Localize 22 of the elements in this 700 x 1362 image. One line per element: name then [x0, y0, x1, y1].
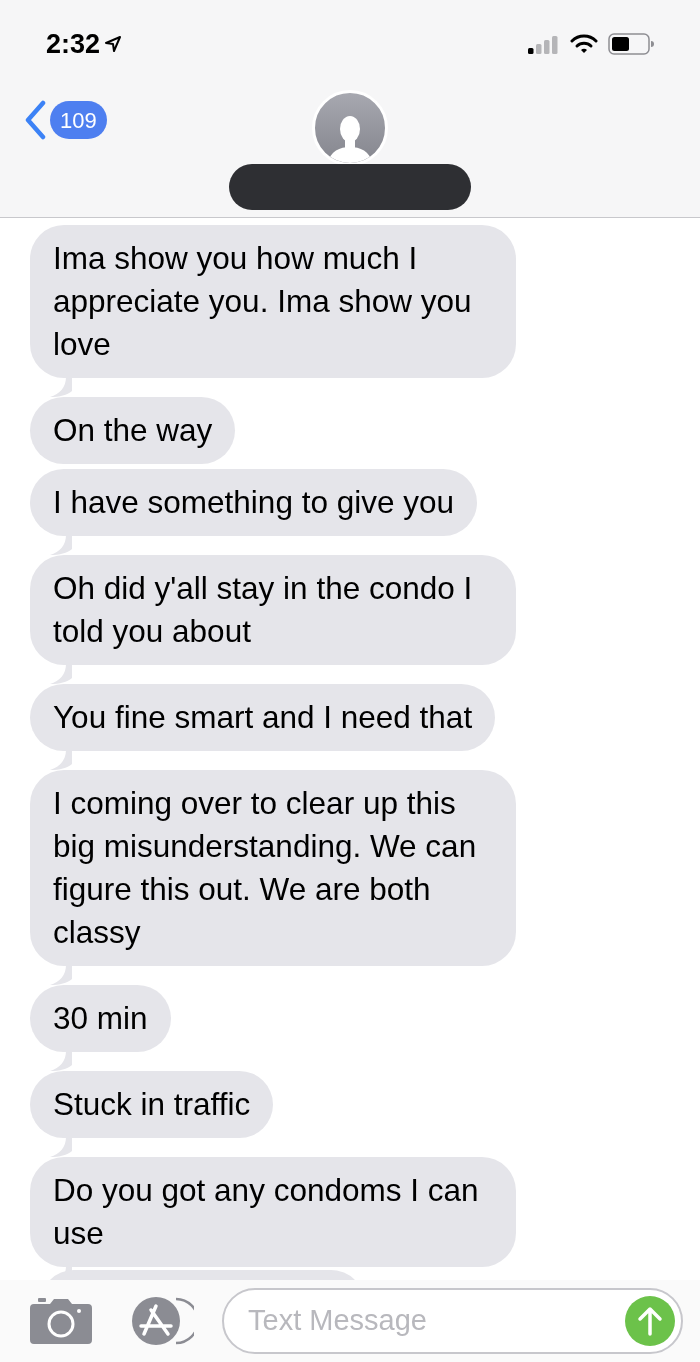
back-button[interactable]: 109	[24, 100, 107, 140]
camera-icon	[30, 1298, 92, 1344]
message-bubble: Do you got any condoms I can use	[30, 1157, 516, 1267]
message-bubble: I coming over to clear up this big misunderstanding. We can figure this out. We are both classy	[30, 770, 516, 966]
message-bubble: 30 min	[30, 985, 171, 1052]
wifi-icon	[570, 34, 598, 54]
status-time: 2:32	[46, 27, 101, 61]
unread-count-badge: 109	[50, 101, 107, 139]
message-bubble: On the way	[30, 397, 236, 464]
message-bubble: Oh did y'all stay in the condo I told you about	[30, 555, 516, 665]
send-button[interactable]	[625, 1296, 675, 1346]
message-bubble: I have something to give you	[30, 469, 477, 536]
message-input[interactable]: Text Message	[248, 1299, 625, 1343]
back-chevron-icon	[24, 100, 46, 140]
location-arrow-icon	[104, 35, 123, 53]
message-input-field[interactable]: Text Message	[222, 1288, 683, 1354]
message-bubble: You fine smart and I need that	[30, 684, 496, 751]
message-bubble: Stuck in traffic	[30, 1071, 274, 1138]
up-arrow-icon	[637, 1306, 663, 1336]
battery-icon	[608, 33, 654, 55]
signal-icon	[528, 34, 560, 54]
message-bubble: Ima show you how much I appreciate you. Ima show you love	[30, 225, 516, 378]
